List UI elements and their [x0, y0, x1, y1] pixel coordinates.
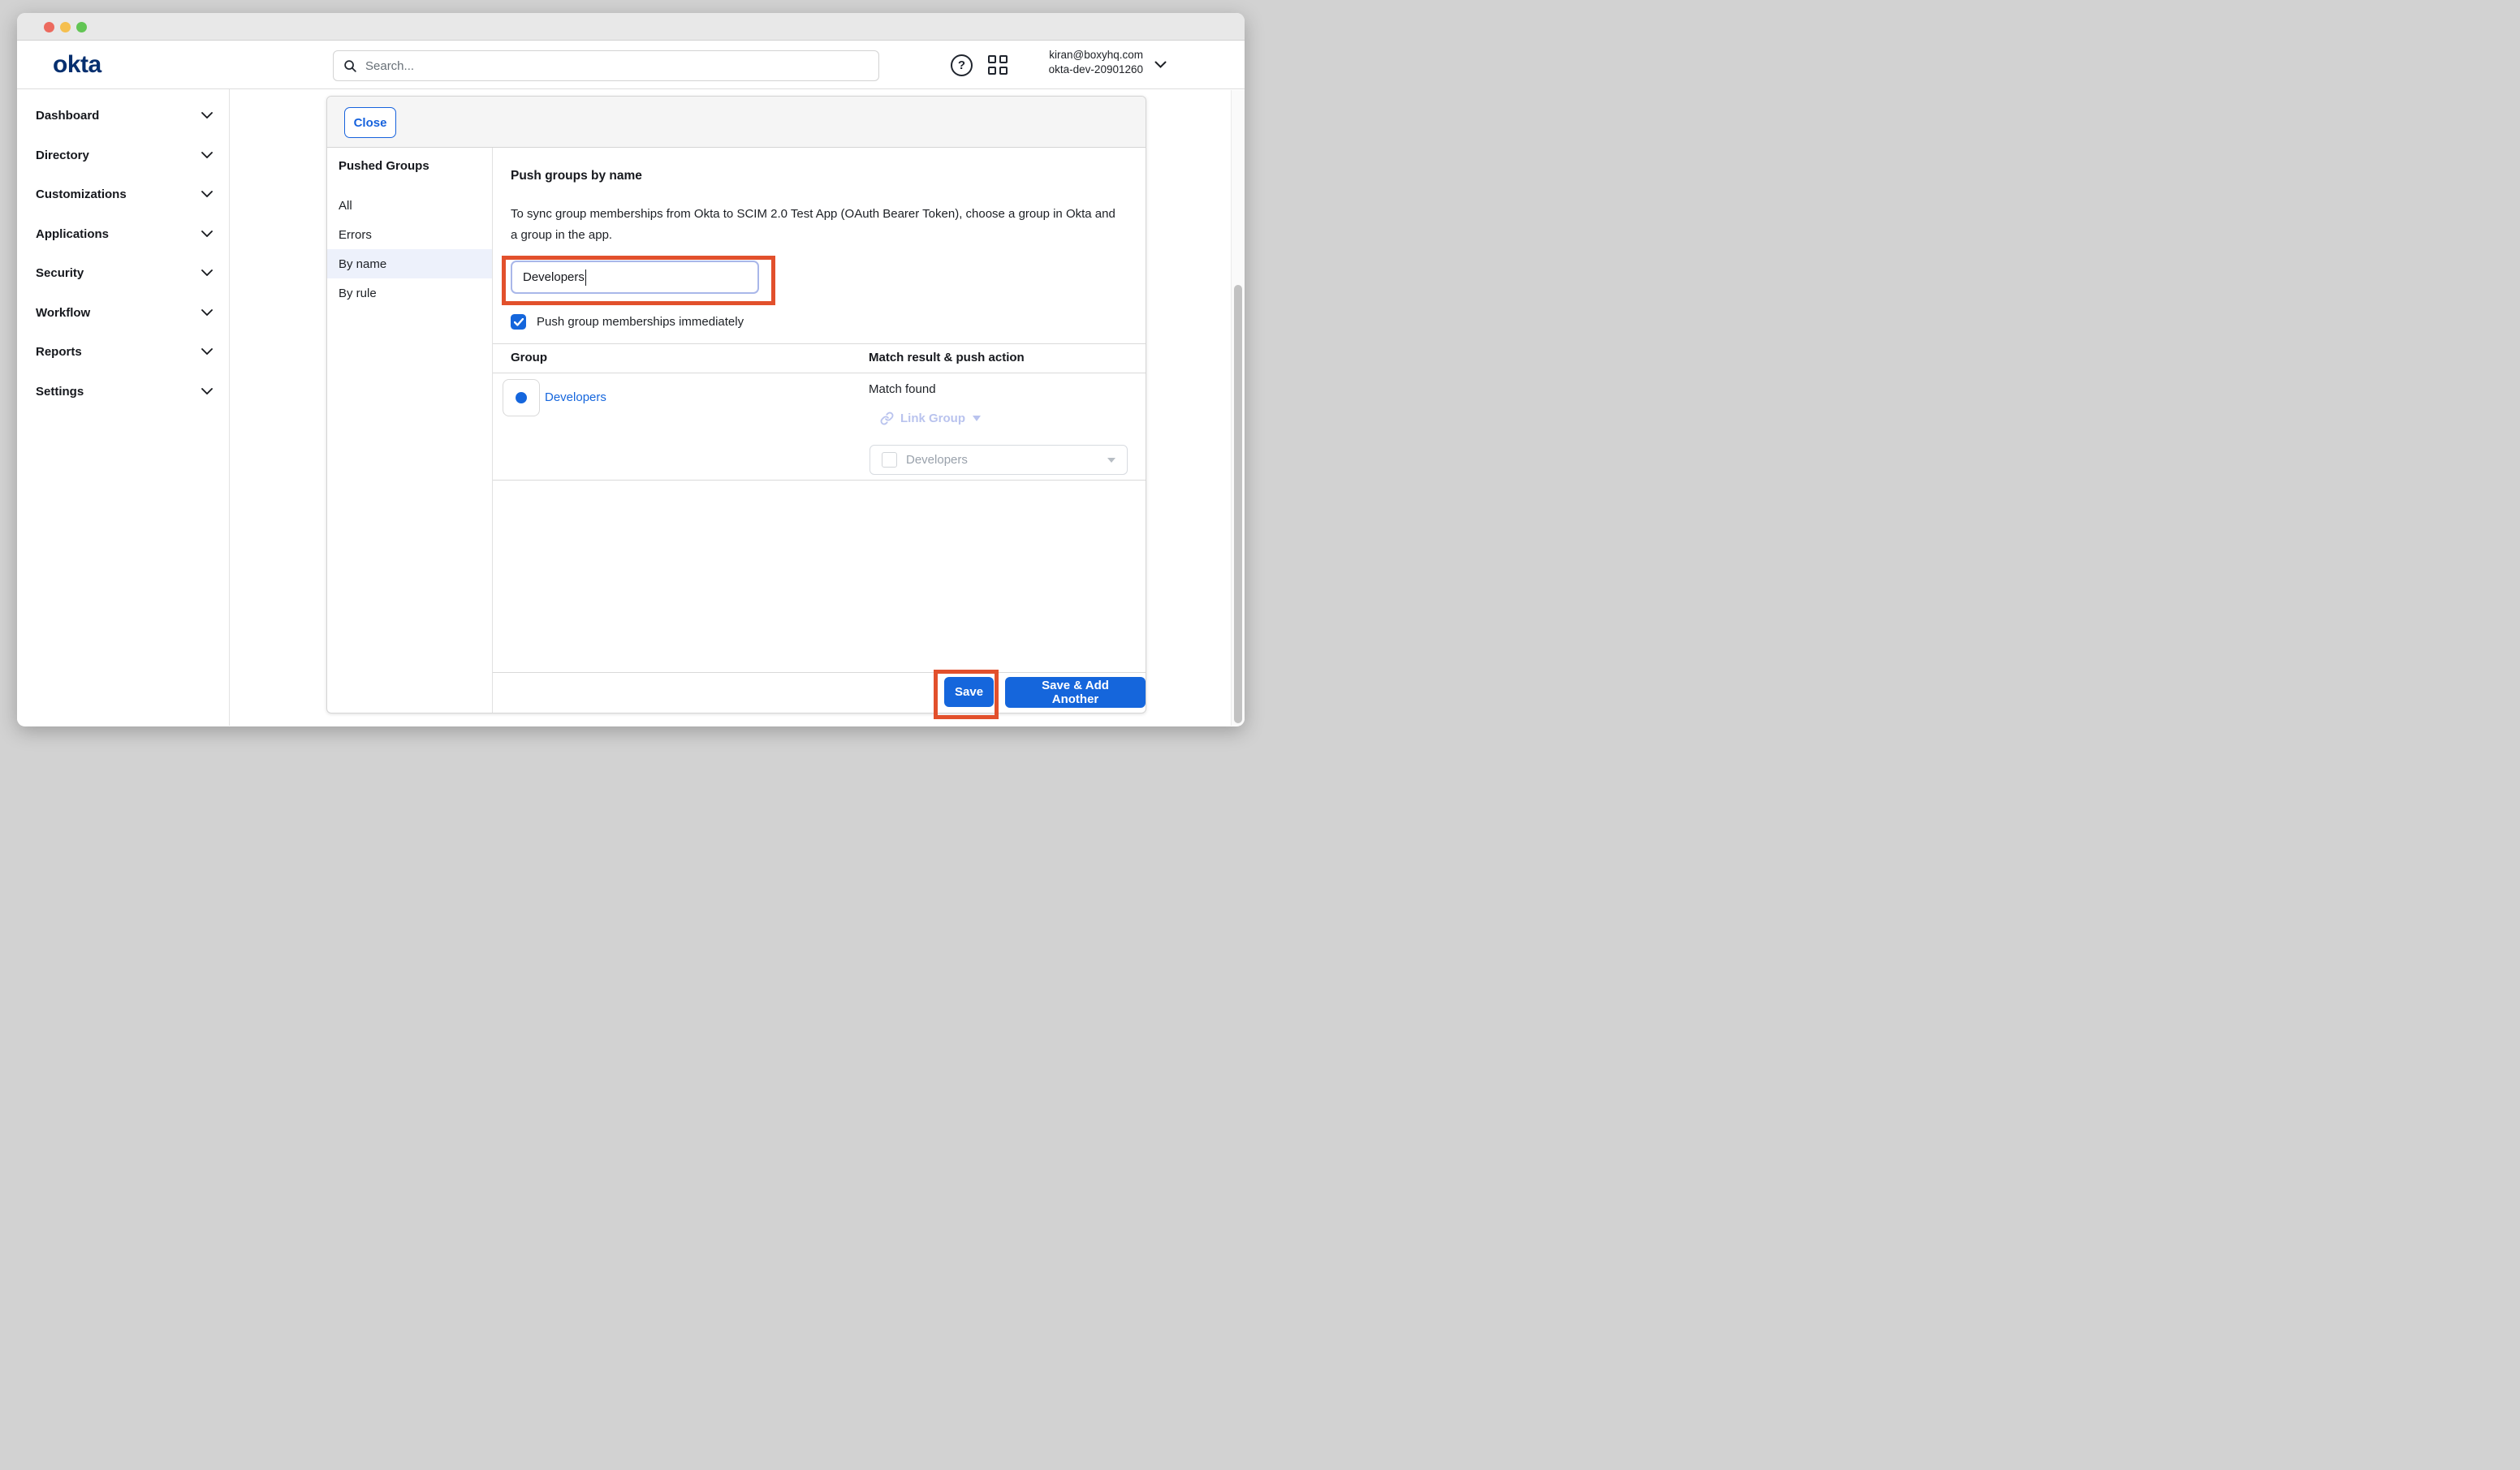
help-icon[interactable]: ?	[951, 54, 973, 76]
form-description: To sync group memberships from Okta to S…	[511, 204, 1118, 245]
close-button[interactable]: Close	[344, 107, 396, 138]
window-titlebar	[17, 13, 1245, 41]
chevron-down-icon	[201, 388, 213, 394]
group-name-value: Developers	[523, 270, 585, 284]
app-group-select[interactable]: Developers	[869, 445, 1128, 475]
group-name-input[interactable]: Developers	[511, 261, 759, 294]
sidebar-item-reports[interactable]: Reports	[36, 339, 213, 364]
chevron-down-icon	[973, 416, 981, 421]
table-row-divider	[493, 480, 1146, 481]
window-close-button[interactable]	[44, 22, 54, 32]
app-group-value: Developers	[906, 453, 1107, 467]
vertical-scrollbar-thumb[interactable]	[1234, 285, 1242, 723]
save-button[interactable]: Save	[944, 677, 994, 707]
apps-grid-icon[interactable]	[988, 55, 1008, 75]
chevron-down-icon	[201, 231, 213, 237]
group-name-link[interactable]: Developers	[545, 390, 606, 404]
window-minimize-button[interactable]	[60, 22, 71, 32]
chevron-down-icon	[201, 348, 213, 355]
text-caret	[585, 269, 587, 286]
group-avatar	[503, 379, 540, 416]
chevron-down-icon	[201, 112, 213, 119]
push-by-name-form: Push groups by name To sync group member…	[493, 148, 1146, 713]
window-zoom-button[interactable]	[76, 22, 87, 32]
link-icon	[880, 412, 894, 425]
push-groups-dialog: Close Pushed Groups All Errors By name B…	[326, 96, 1146, 713]
account-email: kiran@boxyhq.com	[1049, 48, 1143, 63]
chevron-down-icon	[201, 269, 213, 276]
app-body: Dashboard Directory Customizations Appli…	[17, 89, 1245, 726]
global-search[interactable]	[333, 50, 879, 81]
chevron-down-icon[interactable]	[1154, 61, 1167, 68]
match-status: Match found	[869, 382, 936, 396]
column-header-match: Match result & push action	[869, 351, 1025, 364]
account-menu[interactable]: kiran@boxyhq.com okta-dev-20901260	[1049, 48, 1143, 77]
vertical-scrollbar-track	[1231, 90, 1245, 726]
nav-item-errors[interactable]: Errors	[327, 220, 492, 249]
sidebar: Dashboard Directory Customizations Appli…	[17, 89, 230, 726]
search-input[interactable]	[365, 59, 869, 73]
okta-logo: okta	[53, 51, 101, 79]
form-title: Push groups by name	[511, 169, 642, 183]
chevron-down-icon	[201, 191, 213, 197]
select-arrow-icon	[1107, 458, 1115, 463]
sidebar-item-customizations[interactable]: Customizations	[36, 182, 213, 206]
save-and-add-another-button[interactable]: Save & Add Another	[1005, 677, 1146, 708]
browser-window: okta ? kiran@boxyhq.com okta-dev-2090126…	[17, 13, 1245, 726]
sidebar-item-settings[interactable]: Settings	[36, 379, 213, 403]
nav-item-by-name[interactable]: By name	[327, 249, 492, 278]
table-top-divider	[493, 343, 1146, 344]
push-immediately-label: Push group memberships immediately	[537, 315, 744, 329]
nav-item-by-rule[interactable]: By rule	[327, 278, 492, 308]
chevron-down-icon	[201, 309, 213, 316]
app-group-icon	[882, 452, 897, 468]
pushed-groups-title: Pushed Groups	[339, 159, 429, 173]
highlight-box-save: Save	[934, 670, 999, 719]
sidebar-item-dashboard[interactable]: Dashboard	[36, 103, 213, 127]
sidebar-item-directory[interactable]: Directory	[36, 143, 213, 167]
link-group-label: Link Group	[900, 412, 965, 425]
push-immediately-checkbox[interactable]	[511, 314, 526, 330]
sidebar-item-security[interactable]: Security	[36, 261, 213, 285]
highlight-box-input: Developers	[502, 256, 775, 305]
link-group-dropdown[interactable]: Link Group	[880, 412, 981, 425]
footer-divider	[493, 672, 1146, 673]
search-icon	[343, 59, 357, 73]
nav-item-all[interactable]: All	[327, 191, 492, 220]
column-header-group: Group	[511, 351, 547, 364]
sidebar-item-workflow[interactable]: Workflow	[36, 300, 213, 325]
group-icon	[516, 392, 527, 403]
account-org: okta-dev-20901260	[1049, 63, 1143, 77]
pushed-groups-nav: Pushed Groups All Errors By name By rule	[327, 148, 493, 713]
chevron-down-icon	[201, 152, 213, 158]
check-icon	[514, 318, 524, 326]
sidebar-item-applications[interactable]: Applications	[36, 222, 213, 246]
main-content: Close Pushed Groups All Errors By name B…	[230, 89, 1245, 726]
dialog-toolbar: Close	[327, 97, 1146, 148]
app-header: okta ? kiran@boxyhq.com okta-dev-2090126…	[17, 41, 1245, 89]
